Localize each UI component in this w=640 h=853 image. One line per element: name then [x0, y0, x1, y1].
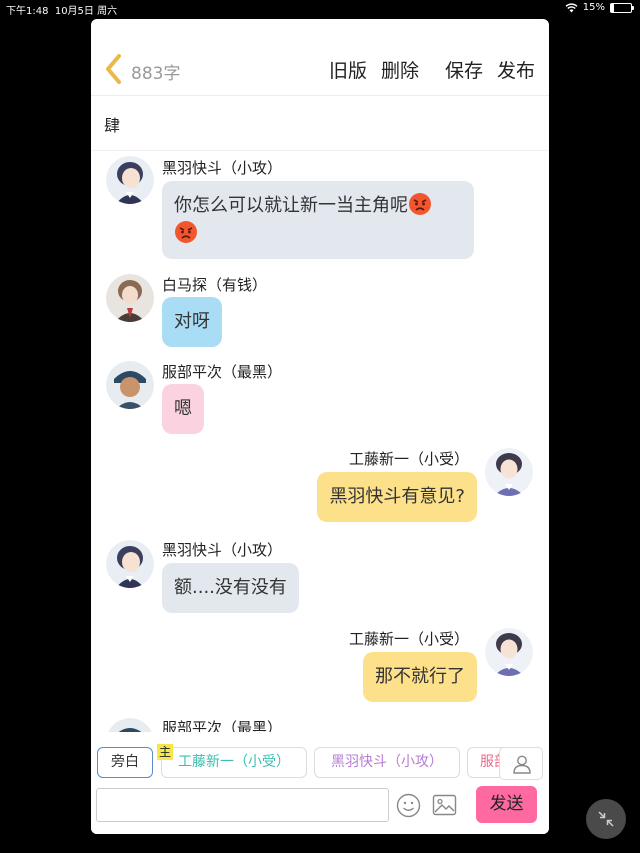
back-chevron-icon[interactable] [101, 53, 127, 85]
sender-name: 白马探（有钱） [162, 276, 268, 294]
angry-face-emoji [175, 221, 197, 243]
message-bubble[interactable]: 对呀 [162, 297, 222, 347]
sender-name: 黑羽快斗（小攻） [162, 541, 283, 559]
message-text: 额....没有没有 [174, 577, 287, 598]
sender-name: 工藤新一（小受） [348, 450, 469, 468]
angry-face-emoji [409, 193, 431, 215]
editor-header: 883字 旧版 删除 保存 发布 [91, 19, 549, 96]
sender-name: 工藤新一（小受） [348, 630, 469, 648]
chat-area[interactable]: 黑羽快斗（小攻） 你怎么可以就让新一当主角呢 白马探（有钱） 对呀 服部平次（最… [91, 152, 549, 732]
message-text: 你怎么可以就让新一当主角呢 [174, 195, 408, 216]
old-version-button[interactable]: 旧版 [329, 56, 367, 83]
status-bar: 下午1:48 10月5日 周六 15% [0, 0, 640, 18]
avatar-heiji[interactable] [106, 718, 154, 732]
avatar-kaito[interactable] [106, 156, 154, 204]
main-character-badge: 主 [157, 744, 173, 760]
message-text: 黑羽快斗有意见? [329, 486, 465, 507]
emoji-icon[interactable] [396, 793, 421, 818]
status-right: 15% [565, 2, 634, 13]
message-bubble[interactable]: 黑羽快斗有意见? [317, 472, 477, 522]
role-kaito[interactable]: 黑羽快斗（小攻） [314, 747, 460, 778]
image-icon[interactable] [432, 794, 457, 816]
battery-icon [610, 2, 634, 13]
message-bubble[interactable]: 额....没有没有 [162, 563, 299, 613]
message-bubble[interactable]: 那不就行了 [363, 652, 477, 702]
message-bubble[interactable]: 嗯 [162, 384, 204, 434]
word-count: 883字 [131, 64, 181, 84]
role-narration[interactable]: 旁白 [97, 747, 153, 778]
sender-name: 服部平次（最黑） [162, 719, 283, 732]
input-row: 发送 [91, 786, 549, 824]
message-bubble[interactable]: 你怎么可以就让新一当主角呢 [162, 181, 474, 259]
role-selector: 旁白 工藤新一（小受） 主 黑羽快斗（小攻） 服部 [91, 744, 549, 780]
collapse-button[interactable] [586, 799, 626, 839]
person-icon [513, 755, 531, 774]
message-text: 那不就行了 [375, 666, 465, 687]
publish-button[interactable]: 发布 [497, 56, 535, 83]
collapse-icon [598, 811, 614, 827]
avatar-hakuba[interactable] [106, 274, 154, 322]
delete-button[interactable]: 删除 [381, 56, 419, 83]
composer: 旁白 工藤新一（小受） 主 黑羽快斗（小攻） 服部 发送 [91, 737, 549, 834]
battery-percent: 15% [582, 2, 605, 13]
message-text: 对呀 [174, 311, 210, 332]
status-time: 下午1:48 10月5日 周六 [6, 6, 118, 17]
chapter-title: 肆 [104, 116, 121, 135]
avatar-kudo[interactable] [485, 628, 533, 676]
sender-name: 黑羽快斗（小攻） [162, 159, 283, 177]
role-kudo[interactable]: 工藤新一（小受） [161, 747, 307, 778]
avatar-kudo[interactable] [485, 448, 533, 496]
character-manager-button[interactable] [499, 747, 543, 780]
chapter-title-bar[interactable]: 肆 [91, 97, 549, 151]
message-input[interactable] [96, 788, 389, 822]
message-text: 嗯 [174, 398, 192, 419]
header-actions: 旧版 删除 保存 发布 [329, 56, 535, 83]
editor-modal: 883字 旧版 删除 保存 发布 肆 黑羽快斗（小攻） 你怎么可以就让新一当主角… [91, 19, 549, 834]
avatar-kaito[interactable] [106, 540, 154, 588]
wifi-icon [565, 2, 578, 12]
avatar-heiji[interactable] [106, 361, 154, 409]
send-button[interactable]: 发送 [476, 786, 537, 823]
save-button[interactable]: 保存 [445, 56, 483, 83]
sender-name: 服部平次（最黑） [162, 363, 283, 381]
